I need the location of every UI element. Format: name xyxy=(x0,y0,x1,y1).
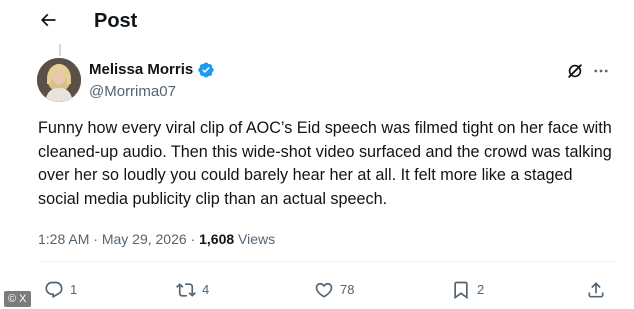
bookmark-icon xyxy=(454,281,468,300)
share-icon xyxy=(588,282,604,298)
repost-button[interactable]: 4 xyxy=(176,276,209,304)
repost-icon xyxy=(176,283,196,297)
reply-icon xyxy=(45,281,63,299)
author-handle[interactable]: @Morrima07 xyxy=(89,82,215,102)
more-horizontal-icon xyxy=(594,69,608,73)
thread-line xyxy=(59,44,61,56)
avatar-image xyxy=(37,58,81,102)
divider xyxy=(38,261,618,262)
repost-count: 4 xyxy=(202,282,210,297)
meta-separator: · xyxy=(186,231,200,247)
action-bar: 1 4 78 2 xyxy=(0,276,634,304)
back-button[interactable] xyxy=(34,6,62,34)
tweet-text: Funny how every viral clip of AOC’s Eid … xyxy=(38,119,612,208)
tweet-date[interactable]: May 29, 2026 xyxy=(102,231,187,247)
grok-button[interactable] xyxy=(564,60,586,82)
tweet-meta: 1:28 AM · May 29, 2026 · 1,608 Views xyxy=(38,229,275,249)
share-button[interactable] xyxy=(586,276,606,304)
copyright-watermark: © X xyxy=(4,291,31,307)
meta-separator: · xyxy=(89,231,102,247)
verified-badge-icon xyxy=(198,62,214,78)
more-options-button[interactable] xyxy=(590,60,612,82)
like-count: 78 xyxy=(340,282,355,297)
post-header: Post xyxy=(0,0,634,44)
heart-icon xyxy=(315,282,333,298)
author-info: Melissa Morris @Morrima07 xyxy=(89,60,215,102)
arrow-left-icon xyxy=(40,13,56,27)
author-display-name[interactable]: Melissa Morris xyxy=(89,60,193,80)
avatar[interactable] xyxy=(37,58,81,102)
reply-button[interactable]: 1 xyxy=(44,276,77,304)
page-title: Post xyxy=(94,10,138,32)
bookmark-button[interactable]: 2 xyxy=(451,276,484,304)
like-button[interactable]: 78 xyxy=(314,276,354,304)
grok-icon xyxy=(568,64,582,78)
views-count: 1,608 xyxy=(199,231,235,247)
tweet-time[interactable]: 1:28 AM xyxy=(38,231,89,247)
views-label: Views xyxy=(234,231,276,247)
reply-count: 1 xyxy=(70,282,78,297)
bookmark-count: 2 xyxy=(477,282,485,297)
